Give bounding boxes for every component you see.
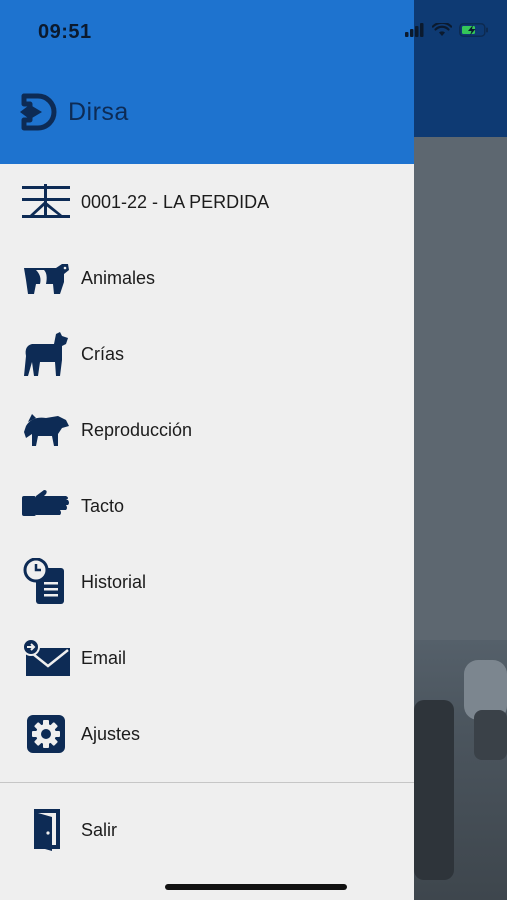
brand-name: Dirsa bbox=[68, 97, 129, 126]
menu-item-label: Email bbox=[81, 647, 127, 668]
menu-item-animales[interactable]: Animales bbox=[0, 240, 414, 316]
menu-item-label: Animales bbox=[81, 267, 156, 288]
menu-item-label: Salir bbox=[81, 819, 118, 840]
brand: Dirsa bbox=[18, 92, 129, 132]
menu-item-label: Reproducción bbox=[81, 419, 193, 440]
background-photo bbox=[414, 640, 507, 900]
menu-item-label: Crías bbox=[81, 343, 125, 364]
menu-item-ajustes[interactable]: Ajustes bbox=[0, 696, 414, 772]
status-bar: 09:51 bbox=[0, 0, 507, 62]
calf-icon bbox=[22, 330, 70, 378]
exit-door-icon bbox=[22, 806, 70, 854]
ranch-gate-icon bbox=[22, 178, 70, 226]
status-time: 09:51 bbox=[38, 21, 92, 43]
menu-item-tacto[interactable]: Tacto bbox=[0, 468, 414, 544]
menu-item-label: 0001-22 - LA PERDIDA bbox=[81, 191, 270, 212]
menu-divider bbox=[0, 782, 414, 783]
menu-item-label: Historial bbox=[81, 571, 147, 592]
menu-item-ranch[interactable]: 0001-22 - LA PERDIDA bbox=[0, 164, 414, 240]
email-icon bbox=[22, 634, 70, 682]
battery-icon bbox=[459, 23, 488, 37]
home-indicator bbox=[165, 884, 347, 890]
status-icons bbox=[405, 23, 489, 37]
history-icon bbox=[22, 558, 70, 606]
menu-item-label: Tacto bbox=[81, 495, 125, 516]
menu-item-label: Ajustes bbox=[81, 723, 141, 744]
signal-icon bbox=[405, 23, 424, 37]
dirsa-logo-icon bbox=[20, 93, 57, 131]
glove-icon bbox=[22, 482, 70, 530]
navigation-drawer: Dirsa 0001-22 - LA PERDIDA Animales Cría… bbox=[0, 0, 414, 900]
wifi-icon bbox=[432, 23, 452, 36]
menu-item-historial[interactable]: Historial bbox=[0, 544, 414, 620]
settings-icon bbox=[22, 710, 70, 758]
breeding-icon bbox=[22, 406, 70, 454]
menu-item-crias[interactable]: Crías bbox=[0, 316, 414, 392]
cow-icon bbox=[22, 254, 70, 302]
menu-item-email[interactable]: Email bbox=[0, 620, 414, 696]
menu-item-salir[interactable]: Salir bbox=[0, 792, 414, 868]
menu-item-reproduccion[interactable]: Reproducción bbox=[0, 392, 414, 468]
